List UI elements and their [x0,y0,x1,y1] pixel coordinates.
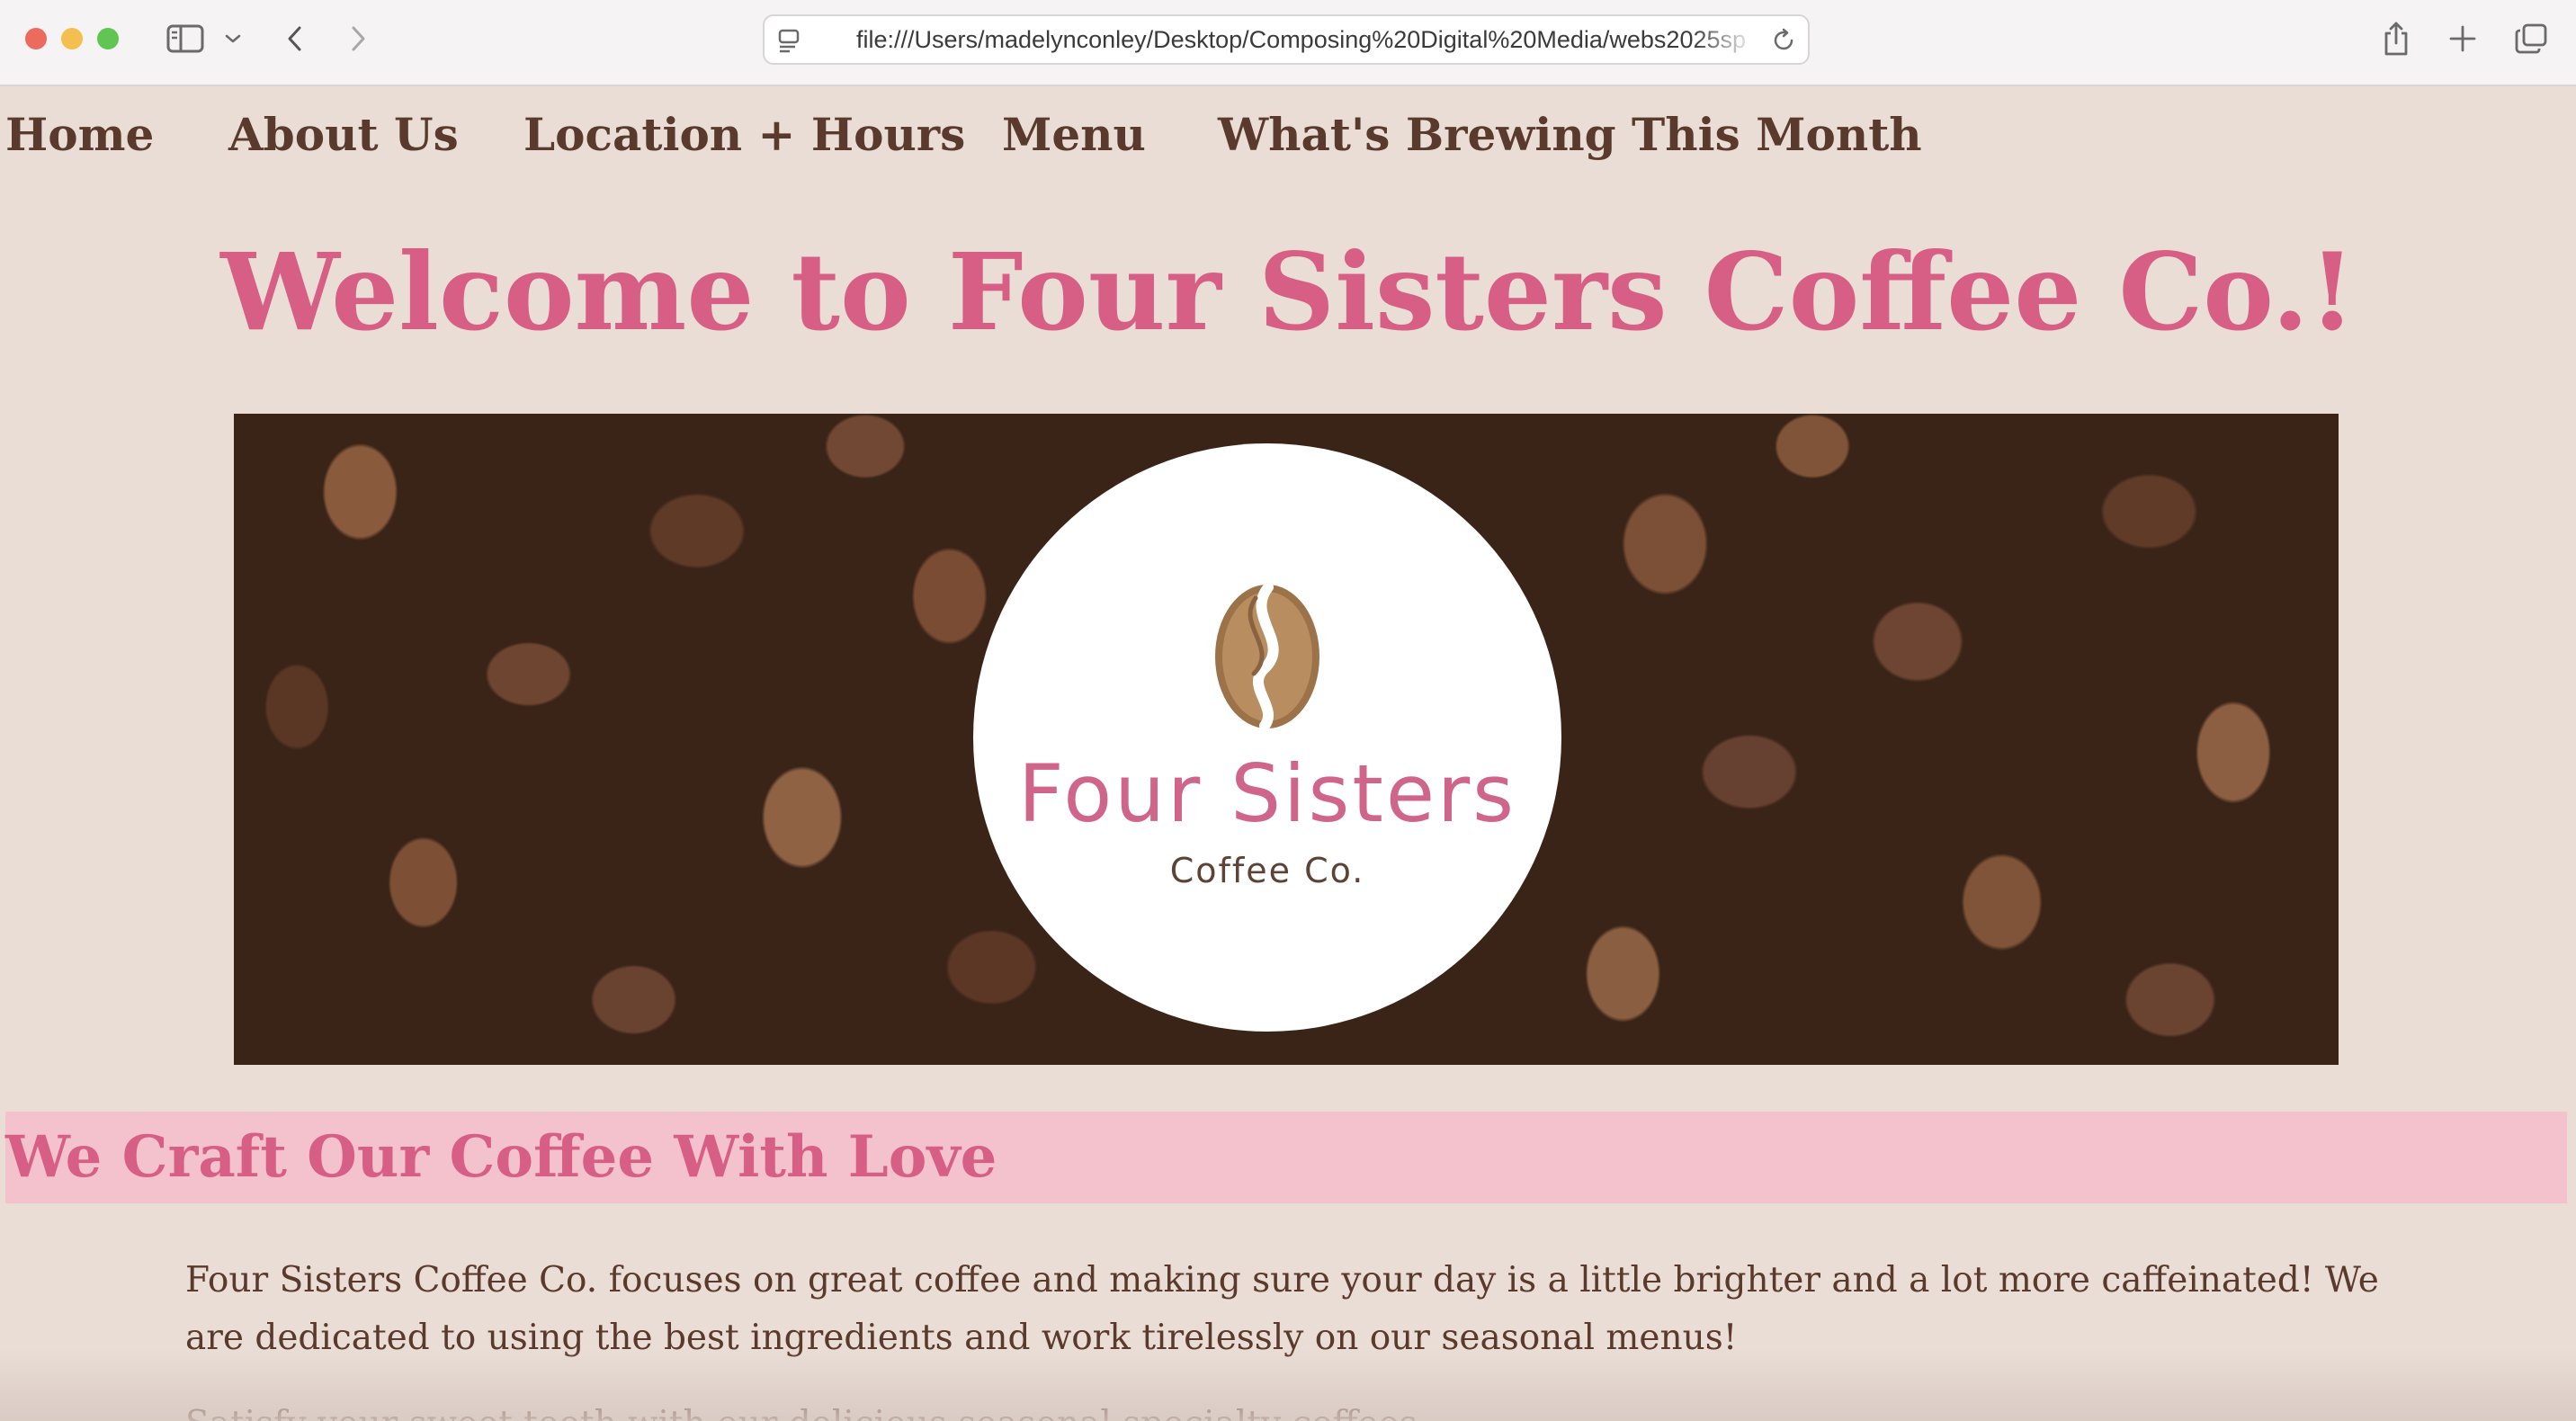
close-window-button[interactable] [25,28,47,49]
plus-icon [2449,25,2476,52]
nav-link-home[interactable]: Home [5,99,154,171]
new-tab-button[interactable] [2445,18,2481,59]
back-button[interactable] [279,18,311,59]
sidebar-toggle-button[interactable] [164,18,207,59]
logo-name-text: Four Sisters [1017,747,1517,840]
second-paragraph: Satisfy your sweet tooth with our delici… [185,1396,2398,1421]
sidebar-icon [166,24,204,53]
brand-logo: Four Sisters Coffee Co. [973,443,1561,1032]
logo-subtitle-text: Coffee Co. [1169,851,1365,890]
tab-overview-icon [2515,23,2547,54]
nav-link-location-hours[interactable]: Location + Hours [523,99,965,171]
share-button[interactable] [2378,18,2414,59]
chevron-right-icon [352,26,365,51]
nav-link-menu[interactable]: Menu [1002,99,1146,171]
section-heading: We Craft Our Coffee With Love [5,1123,997,1191]
minimize-window-button[interactable] [61,28,83,49]
main-nav: Home About Us Location + Hours Menu What… [0,99,1979,171]
tab-group-menu-button[interactable] [221,18,245,59]
page-settings-icon [778,29,800,53]
chevron-left-icon [288,26,301,51]
nav-link-whats-brewing[interactable]: What's Brewing This Month [1218,99,1922,171]
reload-icon[interactable] [1770,27,1797,54]
coffee-beans-banner-image: Four Sisters Coffee Co. [234,414,2339,1065]
browser-toolbar: file:///Users/madelynconley/Desktop/Comp… [0,0,2576,86]
share-icon [2384,22,2408,56]
url-text: file:///Users/madelynconley/Desktop/Comp… [856,26,1747,53]
intro-paragraph: Four Sisters Coffee Co. focuses on great… [185,1260,2379,1358]
forward-button[interactable] [342,18,374,59]
coffee-bean-icon [1215,582,1319,731]
tab-overview-button[interactable] [2511,18,2551,59]
address-bar[interactable]: file:///Users/madelynconley/Desktop/Comp… [763,14,1810,65]
page-title: Welcome to Four Sisters Coffee Co.! [220,229,2356,354]
chevron-down-icon [225,34,241,43]
section-heading-bar: We Craft Our Coffee With Love [5,1112,2567,1203]
zoom-window-button[interactable] [97,28,119,49]
nav-link-about-us[interactable]: About Us [228,99,459,171]
